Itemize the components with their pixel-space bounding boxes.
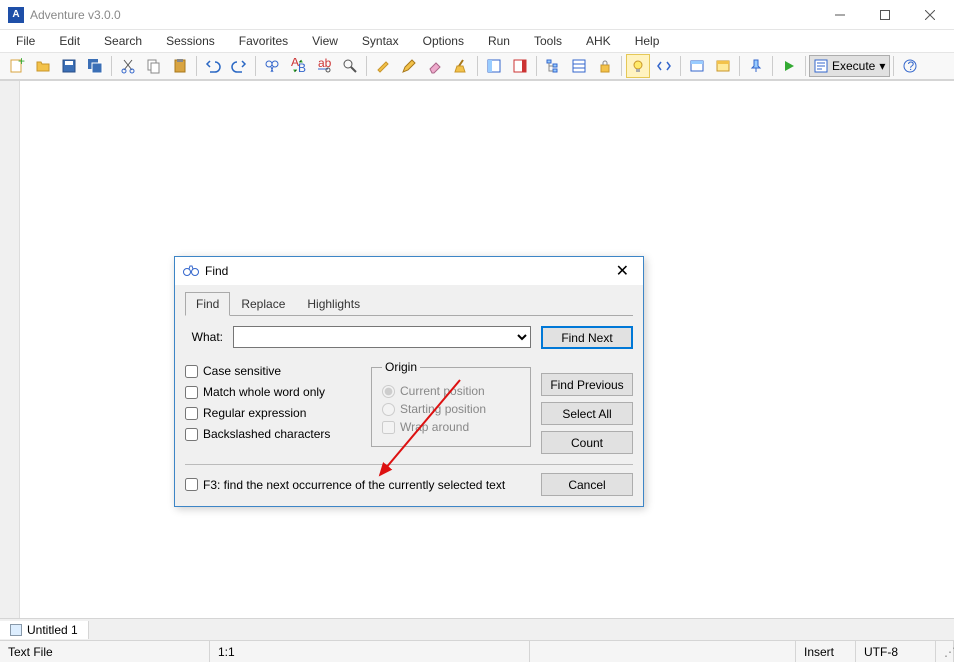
what-label: What: <box>185 330 223 344</box>
document-tab-label: Untitled 1 <box>27 623 78 637</box>
menu-ahk[interactable]: AHK <box>574 32 623 50</box>
pencil-icon[interactable] <box>397 54 421 78</box>
save-all-icon[interactable] <box>83 54 107 78</box>
document-tab[interactable]: Untitled 1 <box>0 621 89 639</box>
dialog-titlebar[interactable]: Find ✕ <box>175 257 643 285</box>
undo-icon[interactable] <box>201 54 225 78</box>
menu-options[interactable]: Options <box>411 32 476 50</box>
window-title: Adventure v3.0.0 <box>30 8 817 22</box>
count-button[interactable]: Count <box>541 431 633 454</box>
status-encoding: UTF-8 <box>856 641 936 662</box>
document-icon <box>10 624 22 636</box>
lock-icon[interactable] <box>593 54 617 78</box>
select-all-button[interactable]: Select All <box>541 402 633 425</box>
execute-label: Execute <box>832 59 875 73</box>
menu-help[interactable]: Help <box>623 32 672 50</box>
window-icon[interactable] <box>685 54 709 78</box>
run-icon[interactable] <box>777 54 801 78</box>
find-in-files-icon[interactable]: ab <box>312 54 336 78</box>
menu-view[interactable]: View <box>300 32 350 50</box>
dialog-title: Find <box>205 264 228 278</box>
tab-highlights[interactable]: Highlights <box>296 292 371 316</box>
regex-checkbox[interactable]: Regular expression <box>185 406 330 420</box>
svg-text:+: + <box>18 58 25 68</box>
search-icon[interactable] <box>338 54 362 78</box>
whole-word-checkbox[interactable]: Match whole word only <box>185 385 330 399</box>
find-icon[interactable] <box>260 54 284 78</box>
panel-left-icon[interactable] <box>482 54 506 78</box>
line-gutter <box>0 81 20 618</box>
window2-icon[interactable] <box>711 54 735 78</box>
menu-run[interactable]: Run <box>476 32 522 50</box>
find-next-button[interactable]: Find Next <box>541 326 633 349</box>
svg-text:B: B <box>298 61 306 74</box>
origin-fieldset: Origin Current position Starting positio… <box>371 360 531 447</box>
tab-replace[interactable]: Replace <box>230 292 296 316</box>
wrap-around-checkbox[interactable]: Wrap around <box>382 420 520 434</box>
origin-current-radio[interactable]: Current position <box>382 384 520 398</box>
bulb-icon[interactable] <box>626 54 650 78</box>
cancel-button[interactable]: Cancel <box>541 473 633 496</box>
eraser-icon[interactable] <box>423 54 447 78</box>
pin-icon[interactable] <box>744 54 768 78</box>
toolbar: + AB ab Execute ▾ ? <box>0 52 954 80</box>
case-sensitive-checkbox[interactable]: Case sensitive <box>185 364 330 378</box>
cut-icon[interactable] <box>116 54 140 78</box>
f3-checkbox[interactable]: F3: find the next occurrence of the curr… <box>185 478 505 492</box>
maximize-button[interactable] <box>862 1 907 29</box>
status-insert: Insert <box>796 641 856 662</box>
dialog-close-button[interactable]: ✕ <box>610 259 635 283</box>
menu-tools[interactable]: Tools <box>522 32 574 50</box>
paste-icon[interactable] <box>168 54 192 78</box>
backslash-checkbox[interactable]: Backslashed characters <box>185 427 330 441</box>
replace-icon[interactable]: AB <box>286 54 310 78</box>
status-position: 1:1 <box>210 641 530 662</box>
binoculars-icon <box>183 264 199 278</box>
tab-find[interactable]: Find <box>185 292 230 316</box>
execute-button[interactable]: Execute ▾ <box>809 55 890 77</box>
close-button[interactable] <box>907 1 952 29</box>
menu-file[interactable]: File <box>4 32 47 50</box>
menu-search[interactable]: Search <box>92 32 154 50</box>
copy-icon[interactable] <box>142 54 166 78</box>
chevron-down-icon: ▾ <box>879 59 885 73</box>
find-dialog: Find ✕ Find Replace Highlights What: Cas… <box>174 256 644 507</box>
origin-legend: Origin <box>382 360 420 374</box>
origin-starting-radio[interactable]: Starting position <box>382 402 520 416</box>
split-icon[interactable] <box>567 54 591 78</box>
menubar: File Edit Search Sessions Favorites View… <box>0 30 954 52</box>
app-icon: A <box>8 7 24 23</box>
minimize-button[interactable] <box>817 1 862 29</box>
open-folder-icon[interactable] <box>31 54 55 78</box>
menu-syntax[interactable]: Syntax <box>350 32 411 50</box>
highlight-icon[interactable] <box>371 54 395 78</box>
help-icon[interactable]: ? <box>898 54 922 78</box>
editor-area[interactable]: nxz.com Find ✕ Find Replace Highlights W… <box>0 80 954 618</box>
svg-text:?: ? <box>908 59 915 73</box>
save-icon[interactable] <box>57 54 81 78</box>
new-file-icon[interactable]: + <box>5 54 29 78</box>
status-filetype: Text File <box>0 641 210 662</box>
menu-favorites[interactable]: Favorites <box>227 32 300 50</box>
find-previous-button[interactable]: Find Previous <box>541 373 633 396</box>
resize-grip-icon[interactable]: ⋰ <box>936 641 954 662</box>
tree-icon[interactable] <box>541 54 565 78</box>
document-tabbar: Untitled 1 <box>0 618 954 640</box>
dialog-tabstrip: Find Replace Highlights <box>185 291 633 316</box>
titlebar: A Adventure v3.0.0 <box>0 0 954 30</box>
redo-icon[interactable] <box>227 54 251 78</box>
panel-right-icon[interactable] <box>508 54 532 78</box>
statusbar: Text File 1:1 Insert UTF-8 ⋰ <box>0 640 954 662</box>
menu-sessions[interactable]: Sessions <box>154 32 227 50</box>
menu-edit[interactable]: Edit <box>47 32 92 50</box>
what-input[interactable] <box>233 326 531 348</box>
code-view-icon[interactable] <box>652 54 676 78</box>
broom-icon[interactable] <box>449 54 473 78</box>
script-icon <box>814 59 828 73</box>
